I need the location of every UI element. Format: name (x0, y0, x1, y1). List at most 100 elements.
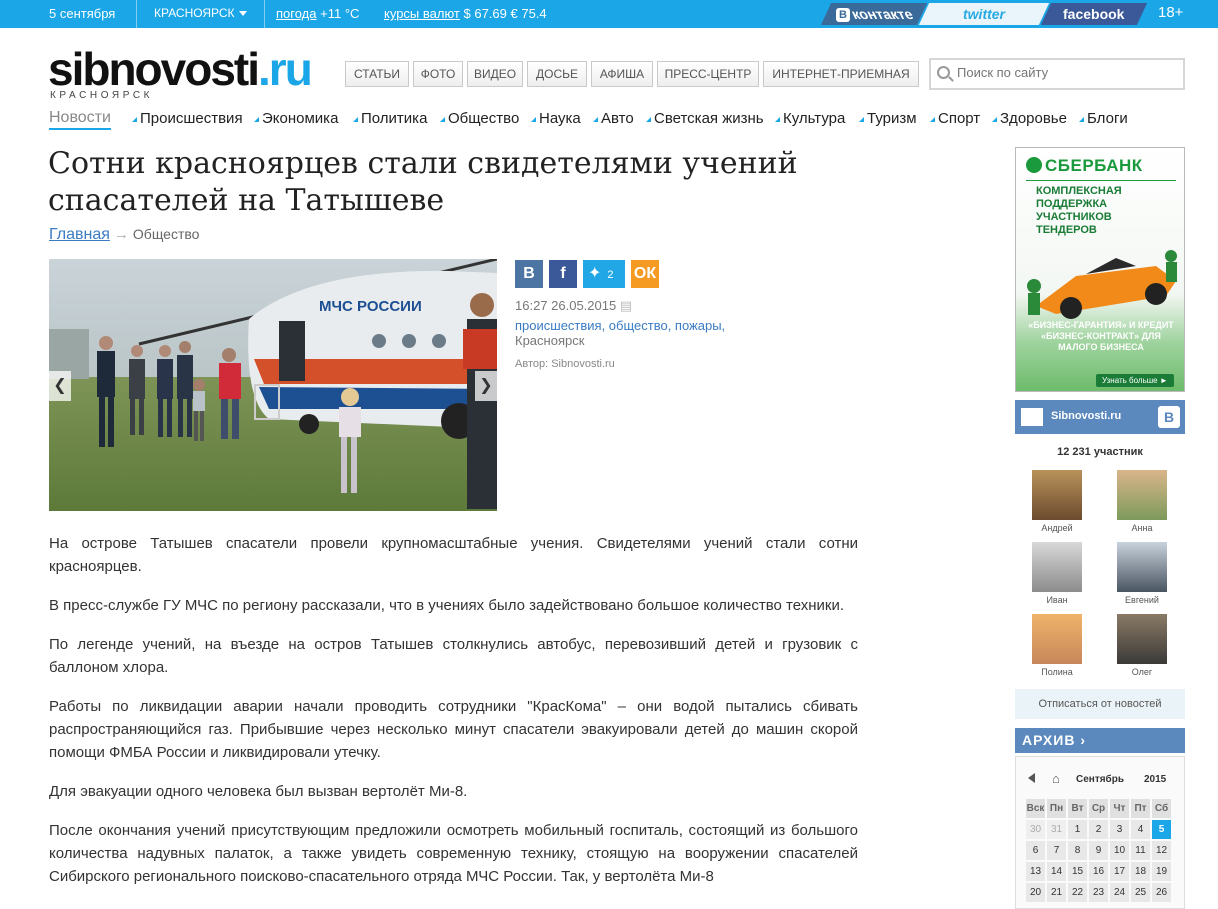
home-icon[interactable]: ⌂ (1052, 771, 1060, 786)
calendar-day[interactable]: 21 (1047, 883, 1066, 902)
category-auto[interactable]: Авто (593, 110, 634, 127)
calendar-day[interactable]: 25 (1131, 883, 1150, 902)
prev-month-button[interactable] (1028, 773, 1035, 783)
calendar-day[interactable]: 26 (1152, 883, 1171, 902)
category-health[interactable]: Здоровье (992, 110, 1067, 127)
search-input[interactable] (957, 65, 1177, 80)
breadcrumb: Главная → Общество (49, 226, 199, 244)
vk-share-button[interactable]: В (515, 260, 543, 288)
odnoklassniki-share-button[interactable]: ОК (631, 260, 659, 288)
calendar-day[interactable]: 15 (1068, 862, 1087, 881)
site-logo[interactable]: sibnovosti.ru (48, 46, 313, 92)
category-tourism[interactable]: Туризм (859, 110, 917, 127)
ad-more-button[interactable]: Узнать больше ► (1096, 374, 1174, 387)
sberbank-ad-banner[interactable]: СБЕРБАНК КОМПЛЕКСНАЯ ПОДДЕРЖКА УЧАСТНИКО… (1015, 147, 1185, 392)
nav-video[interactable]: ВИДЕО (467, 61, 523, 87)
archive-title: АРХИВ (1022, 732, 1076, 748)
twitter-link[interactable]: twitter (918, 3, 1050, 25)
calendar-day[interactable]: 2 (1089, 820, 1108, 839)
calendar-day[interactable]: 22 (1068, 883, 1087, 902)
twitter-share-button[interactable]: ✦ 2 (583, 260, 625, 288)
calendar-day[interactable]: 16 (1089, 862, 1108, 881)
helicopter-label: МЧС РОССИИ (319, 298, 422, 315)
facebook-share-button[interactable]: f (549, 260, 577, 288)
calendar-day-today[interactable]: 5 (1152, 820, 1171, 839)
calendar-day[interactable]: 17 (1110, 862, 1129, 881)
nav-photo[interactable]: ФОТО (413, 61, 463, 87)
calendar-grid: Вск Пн Вт Ср Чт Пт Сб 30 31 1 2 3 4 5 6 … (1024, 797, 1173, 904)
nav-internet-reception[interactable]: ИНТЕРНЕТ-ПРИЕМНАЯ (763, 61, 919, 87)
friend-name: Полина (1041, 667, 1073, 677)
calendar-day[interactable]: 13 (1026, 862, 1045, 881)
vk-widget-header[interactable]: Sibnovosti.ru B (1015, 400, 1185, 434)
vkontakte-link[interactable]: Bконтакте (820, 3, 928, 25)
weather-link[interactable]: погода (276, 6, 317, 21)
vk-icon: B (835, 8, 850, 22)
breadcrumb-home[interactable]: Главная (49, 226, 110, 243)
calendar-day[interactable]: 10 (1110, 841, 1129, 860)
calendar-day[interactable]: 11 (1131, 841, 1150, 860)
currency-widget[interactable]: курсы валют $ 67.69 € 75.4 (384, 6, 547, 21)
calendar-day[interactable]: 8 (1068, 841, 1087, 860)
nav-articles[interactable]: СТАТЬИ (345, 61, 409, 87)
article-tags[interactable]: происшествия, общество, пожары, (515, 318, 725, 333)
photo-prev-button[interactable]: ❮ (49, 371, 71, 401)
nav-dossier[interactable]: ДОСЬЕ (527, 61, 587, 87)
twitter-bird-icon: ✦ (588, 265, 602, 282)
calendar-day[interactable]: 7 (1047, 841, 1066, 860)
category-culture[interactable]: Культура (775, 110, 845, 127)
calendar-day[interactable]: 3 (1110, 820, 1129, 839)
sberbank-logo: СБЕРБАНК (1026, 156, 1143, 176)
search-box[interactable] (929, 58, 1185, 90)
category-politics[interactable]: Политика (353, 110, 427, 127)
calendar-day[interactable]: 24 (1110, 883, 1129, 902)
twitter-share-count: 2 (607, 269, 614, 281)
category-news[interactable]: Новости (49, 109, 111, 130)
calendar-day[interactable]: 31 (1047, 820, 1066, 839)
nav-press-center[interactable]: ПРЕСС-ЦЕНТР (657, 61, 759, 87)
category-science[interactable]: Наука (531, 110, 581, 127)
calendar-day[interactable]: 9 (1089, 841, 1108, 860)
unsubscribe-button[interactable]: Отписаться от новостей (1015, 689, 1185, 719)
photo-next-button[interactable]: ❯ (475, 371, 497, 401)
calendar-day[interactable]: 4 (1131, 820, 1150, 839)
calendar-day[interactable]: 20 (1026, 883, 1045, 902)
friend-avatar[interactable]: Олег (1116, 614, 1168, 677)
search-icon (937, 66, 950, 79)
currency-link[interactable]: курсы валют (384, 6, 460, 21)
friend-avatar[interactable]: Иван (1031, 542, 1083, 605)
calendar-day[interactable]: 19 (1152, 862, 1171, 881)
calendar-day[interactable]: 14 (1047, 862, 1066, 881)
calendar-day[interactable]: 6 (1026, 841, 1045, 860)
top-bar: 5 сентября КРАСНОЯРСК погода +11 °С курс… (0, 0, 1218, 28)
category-economy[interactable]: Экономика (254, 110, 338, 127)
calendar-day[interactable]: 18 (1131, 862, 1150, 881)
weekday: Ср (1089, 799, 1108, 818)
calendar-day[interactable]: 1 (1068, 820, 1087, 839)
archive-header[interactable]: АРХИВ › (1015, 728, 1185, 753)
print-icon[interactable]: ▤ (620, 298, 632, 313)
calendar-day[interactable]: 12 (1152, 841, 1171, 860)
category-blogs[interactable]: Блоги (1079, 110, 1128, 127)
week-row: 30 31 1 2 3 4 5 (1026, 820, 1171, 839)
category-sport[interactable]: Спорт (930, 110, 980, 127)
friend-name: Олег (1131, 667, 1153, 677)
divider (264, 0, 265, 28)
city-selector[interactable]: КРАСНОЯРСК (154, 6, 247, 20)
calendar-day[interactable]: 30 (1026, 820, 1045, 839)
article-body: На острове Татышев спасатели провели кру… (49, 532, 858, 904)
community-name[interactable]: Sibnovosti.ru (1051, 410, 1121, 422)
category-society[interactable]: Общество (440, 110, 519, 127)
chevron-down-icon (238, 11, 247, 17)
article-photo[interactable]: МЧС РОССИИ ❮ ❯ (49, 259, 497, 511)
facebook-link[interactable]: facebook (1040, 3, 1148, 25)
category-incidents[interactable]: Происшествия (132, 110, 243, 127)
friend-avatar[interactable]: Андрей (1031, 470, 1083, 533)
friend-avatar[interactable]: Полина (1031, 614, 1083, 677)
category-social-life[interactable]: Светская жизнь (646, 110, 764, 127)
friend-avatar[interactable]: Анна (1116, 470, 1168, 533)
nav-afisha[interactable]: АФИША (591, 61, 653, 87)
weather-widget[interactable]: погода +11 °С (276, 6, 359, 21)
calendar-day[interactable]: 23 (1089, 883, 1108, 902)
friend-avatar[interactable]: Евгений (1116, 542, 1168, 605)
